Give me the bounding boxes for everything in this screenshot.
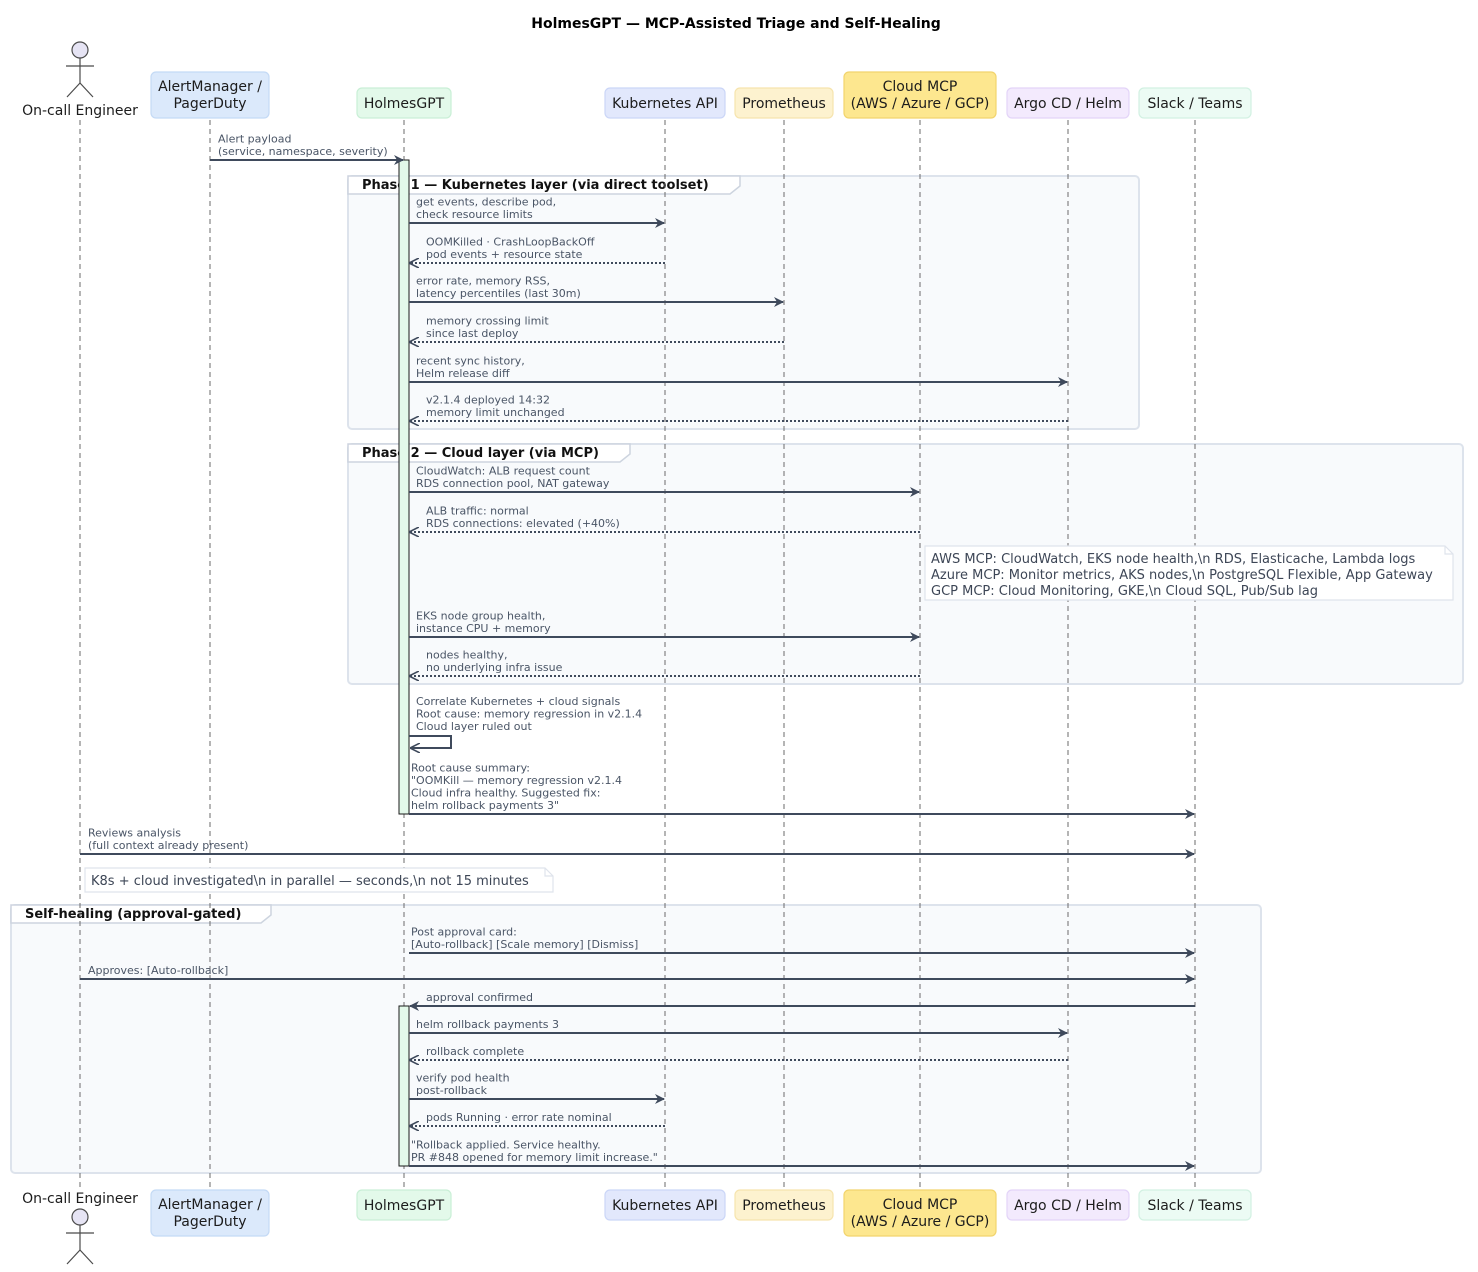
participant-slack-bottom: Slack / Teams — [1138, 1189, 1252, 1221]
sequence-diagram: HolmesGPT — MCP-Assisted Triage and Self… — [10, 16, 1464, 1265]
participant-eng-bottom — [66, 1208, 94, 1265]
message-label: pods Running · error rate nominal — [426, 1111, 612, 1124]
group-label: Self-healing (approval-gated) — [25, 907, 241, 922]
participant-hg-bottom: HolmesGPT — [356, 1189, 452, 1221]
message-label: approval confirmed — [426, 991, 533, 1004]
participant-am-top: AlertManager / PagerDuty — [150, 71, 270, 119]
group-label: Phase 2 — Cloud layer (via MCP) — [362, 446, 599, 461]
participant-label-argo: Argo CD / Helm — [1014, 1198, 1122, 1214]
note: K8s + cloud investigated\n in parallel —… — [84, 867, 554, 893]
diagram-title: HolmesGPT — MCP-Assisted Triage and Self… — [531, 16, 941, 32]
participant-am-bottom: AlertManager / PagerDuty — [150, 1189, 270, 1237]
message: Reviews analysis (full context already pr… — [80, 827, 1195, 859]
message-label: v2.1.4 deployed 14:32 memory limit unchan… — [426, 394, 565, 420]
participant-label-k8s: Kubernetes API — [612, 96, 718, 112]
participant-label-k8s: Kubernetes API — [612, 1198, 718, 1214]
participant-label-slack: Slack / Teams — [1147, 1198, 1242, 1214]
participant-slack-top: Slack / Teams — [1138, 87, 1252, 119]
message-label: helm rollback payments 3 — [416, 1018, 559, 1031]
participant-k8s-bottom: Kubernetes API — [604, 1189, 726, 1221]
message-label: EKS node group health, instance CPU + mem… — [416, 610, 551, 636]
participant-argo-top: Argo CD / Helm — [1006, 87, 1130, 119]
participant-label-hg: HolmesGPT — [364, 96, 445, 112]
group-label: Phase 1 — Kubernetes layer (via direct t… — [362, 178, 709, 193]
activations-layer — [398, 159, 410, 1167]
note: AWS MCP: CloudWatch, EKS node health,\n … — [924, 545, 1454, 601]
self-message-arrow — [409, 735, 452, 748]
message-label: Approves: [Auto-rollback] — [88, 964, 228, 977]
participant-label-slack: Slack / Teams — [1147, 96, 1242, 112]
participant-label-argo: Argo CD / Helm — [1014, 96, 1122, 112]
participant-argo-bottom: Argo CD / Helm — [1006, 1189, 1130, 1221]
message-label: CloudWatch: ALB request count RDS connect… — [416, 465, 610, 491]
activation-bar — [398, 1005, 410, 1167]
message-label: OOMKilled · CrashLoopBackOff pod events +… — [426, 236, 595, 262]
participant-label-hg: HolmesGPT — [364, 1198, 445, 1214]
participant-hg-top: HolmesGPT — [356, 87, 452, 119]
message: Root cause summary: "OOMKill — memory reg… — [409, 762, 1195, 819]
message-label: Reviews analysis (full context already pr… — [88, 827, 248, 853]
participant-k8s-top: Kubernetes API — [604, 87, 726, 119]
participant-prom-top: Prometheus — [734, 87, 834, 119]
participant-prom-bottom: Prometheus — [734, 1189, 834, 1221]
participant-label-eng: On-call Engineer — [22, 1191, 138, 1207]
message-label: rollback complete — [426, 1045, 524, 1058]
message-label: Root cause summary: "OOMKill — memory reg… — [411, 762, 622, 813]
participant-label-prom: Prometheus — [742, 96, 826, 112]
message: Correlate Kubernetes + cloud signals Root… — [409, 695, 642, 748]
note-text: K8s + cloud investigated\n in parallel —… — [91, 874, 529, 889]
participant-cloud-top: Cloud MCP (AWS / Azure / GCP) — [843, 71, 997, 119]
participant-eng-top — [66, 41, 94, 98]
message-label: Alert payload (service, namespace, severi… — [218, 133, 388, 159]
activation-bar — [398, 159, 410, 815]
participant-label-prom: Prometheus — [742, 1198, 826, 1214]
groups-layer: Phase 1 — Kubernetes layer (via direct t… — [10, 175, 1464, 1174]
participant-label-eng: On-call Engineer — [22, 103, 138, 119]
message-label: Correlate Kubernetes + cloud signals Root… — [416, 695, 642, 733]
message: Alert payload (service, namespace, severi… — [210, 133, 404, 165]
participant-cloud-bottom: Cloud MCP (AWS / Azure / GCP) — [843, 1189, 997, 1237]
message-label: recent sync history, Helm release diff — [416, 355, 525, 381]
